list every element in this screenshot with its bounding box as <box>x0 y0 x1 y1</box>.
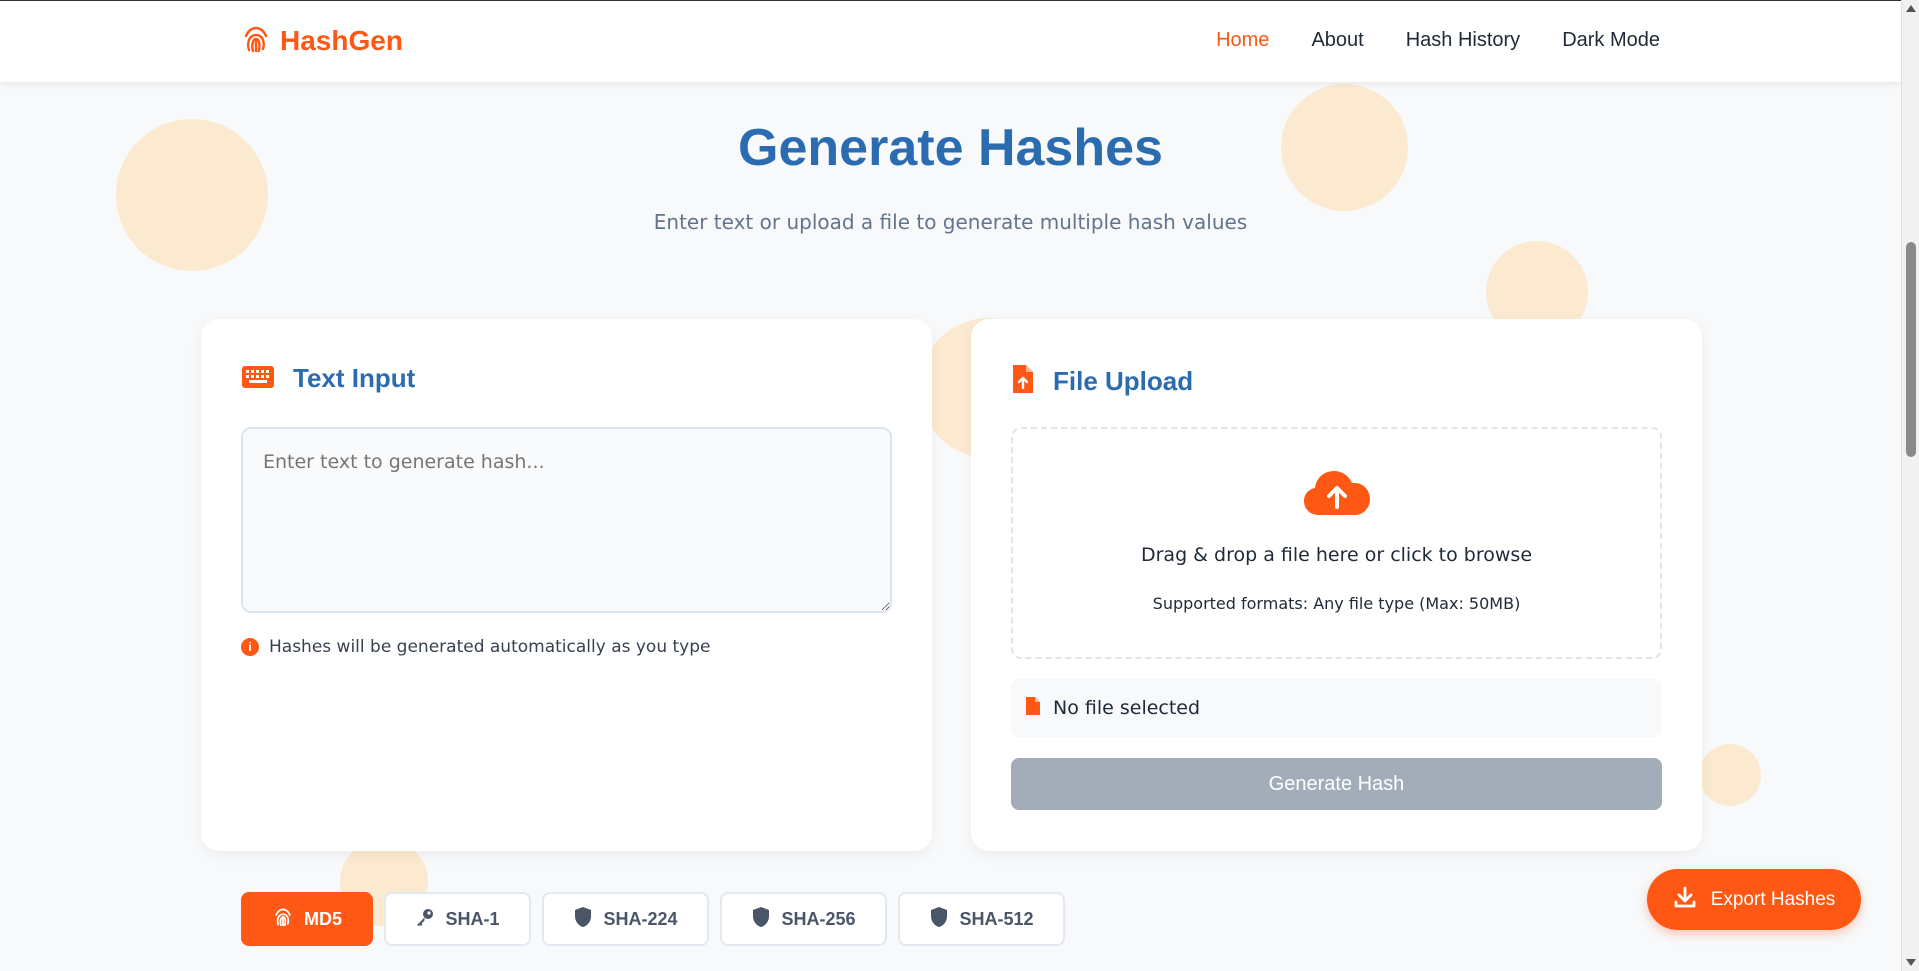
tab-label: SHA-1 <box>445 908 500 929</box>
scroll-up-icon[interactable] <box>1906 5 1916 12</box>
decor-bubble <box>1699 744 1761 806</box>
brand-logo[interactable]: HashGen <box>240 23 403 59</box>
tab-sha512[interactable]: SHA-512 <box>898 892 1065 946</box>
selected-file-status: No file selected <box>1011 679 1662 737</box>
scroll-down-icon[interactable] <box>1906 959 1916 966</box>
file-upload-card: File Upload Drag & drop a file here or c… <box>971 319 1702 851</box>
hint-text: Hashes will be generated automatically a… <box>269 637 711 657</box>
file-upload-header: File Upload <box>1011 363 1193 399</box>
navbar: HashGen Home About Hash History Dark Mod… <box>0 0 1901 82</box>
nav-home[interactable]: Home <box>1216 29 1269 52</box>
shield-icon <box>573 906 593 933</box>
keyboard-icon <box>241 365 275 393</box>
nav-about[interactable]: About <box>1311 29 1363 52</box>
text-input-card: Text Input i Hashes will be generated au… <box>201 319 932 851</box>
shield-icon <box>929 906 949 933</box>
cloud-upload-icon <box>1303 469 1371 521</box>
shield-icon <box>751 906 771 933</box>
tab-sha224[interactable]: SHA-224 <box>542 892 709 946</box>
page-title: Generate Hashes <box>738 119 1163 177</box>
export-hashes-button[interactable]: Export Hashes <box>1647 869 1861 930</box>
tab-md5[interactable]: MD5 <box>241 892 373 946</box>
auto-hash-hint: i Hashes will be generated automatically… <box>241 637 711 657</box>
file-icon <box>1025 696 1041 721</box>
tab-sha256[interactable]: SHA-256 <box>720 892 887 946</box>
tab-sha1[interactable]: SHA-1 <box>384 892 531 946</box>
text-input-header: Text Input <box>241 363 415 394</box>
info-icon: i <box>241 638 259 656</box>
text-input-field[interactable] <box>241 427 892 613</box>
page: HashGen Home About Hash History Dark Mod… <box>0 0 1901 971</box>
nav-hash-history[interactable]: Hash History <box>1406 29 1520 52</box>
fingerprint-icon <box>240 23 272 59</box>
file-dropzone[interactable]: Drag & drop a file here or click to brow… <box>1011 427 1662 659</box>
file-status-text: No file selected <box>1053 697 1201 719</box>
tab-label: SHA-224 <box>603 908 678 929</box>
fingerprint-icon <box>272 906 294 933</box>
algorithm-tabs: MD5 SHA-1 SHA-224 SHA-256 SHA-512 <box>241 892 1065 946</box>
generate-hash-button[interactable]: Generate Hash <box>1011 758 1662 810</box>
nav-menu: Home About Hash History Dark Mode <box>1216 29 1660 52</box>
export-label: Export Hashes <box>1710 888 1836 910</box>
dropzone-formats: Supported formats: Any file type (Max: 5… <box>1152 594 1521 613</box>
file-upload-icon <box>1011 363 1035 399</box>
tab-label: SHA-256 <box>781 908 856 929</box>
scroll-thumb[interactable] <box>1906 242 1916 457</box>
key-icon <box>415 907 435 932</box>
nav-dark-mode[interactable]: Dark Mode <box>1562 29 1660 52</box>
brand-name: HashGen <box>280 25 403 56</box>
text-input-title: Text Input <box>293 363 416 393</box>
page-scrollbar[interactable] <box>1901 0 1919 971</box>
dropzone-instructions: Drag & drop a file here or click to brow… <box>1140 544 1533 566</box>
page-subtitle: Enter text or upload a file to generate … <box>653 210 1248 234</box>
download-icon <box>1673 885 1697 915</box>
tab-label: SHA-512 <box>959 908 1034 929</box>
file-upload-title: File Upload <box>1053 365 1194 396</box>
tab-label: MD5 <box>303 908 342 929</box>
